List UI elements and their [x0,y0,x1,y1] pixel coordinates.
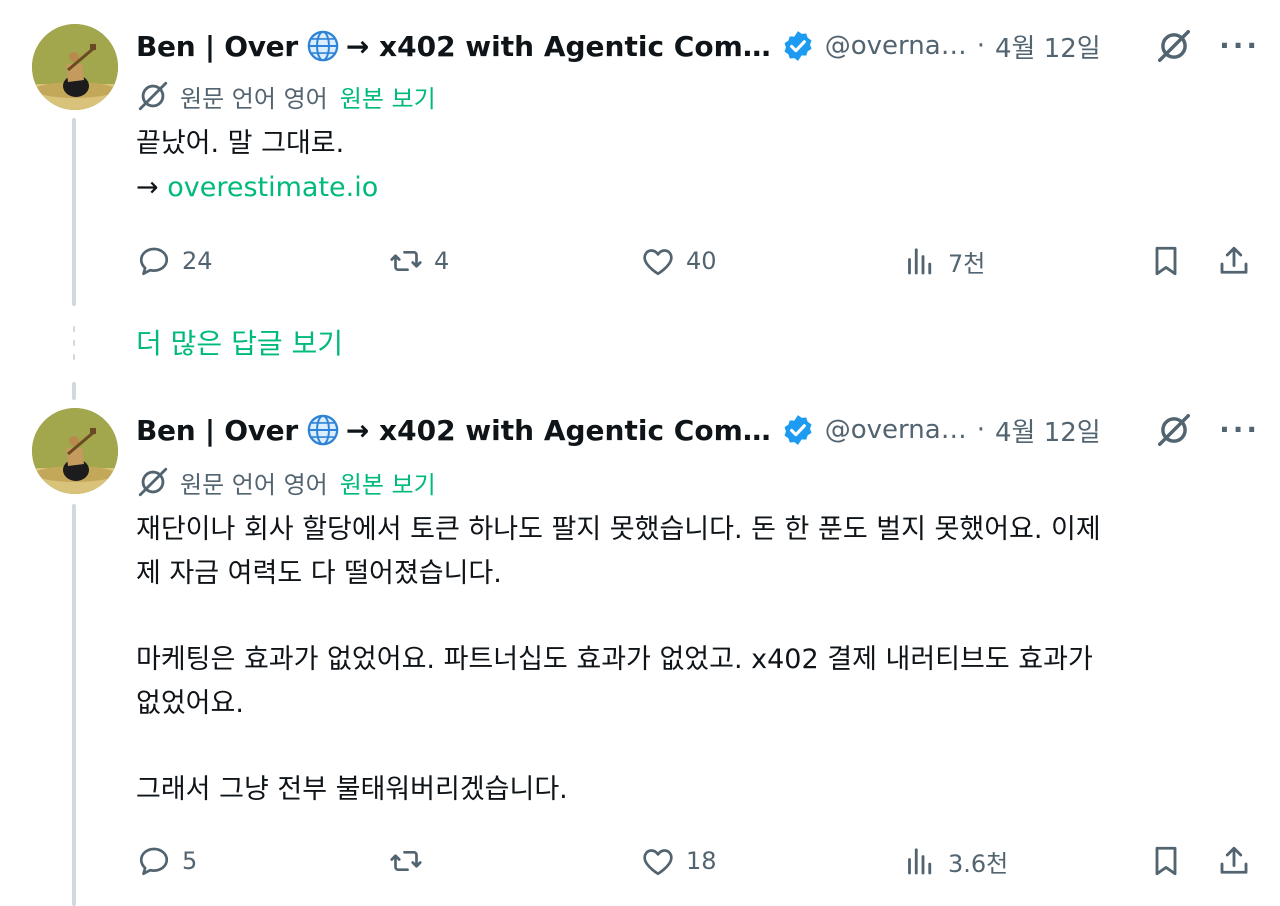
show-original-link[interactable]: 원본 보기 [340,79,436,114]
display-name-suffix[interactable]: → x402 with Agentic Com… [346,30,771,63]
views-button[interactable]: 7천 [902,243,1148,279]
bookmark-icon [1155,846,1177,876]
grok-icon[interactable] [1155,27,1193,65]
share-icon [1220,846,1248,874]
tweet-line: 제 자금 여력도 다 떨어졌습니다. [136,558,502,589]
retweet-button[interactable] [388,843,640,879]
globe-icon [307,414,339,446]
thread-line-top [72,118,76,306]
share-button[interactable] [1216,843,1252,879]
handle[interactable]: @overna… [825,415,967,445]
grok-icon[interactable] [1155,411,1193,449]
verified-badge-icon [784,415,812,445]
views-button[interactable]: 3.6천 [902,843,1148,879]
tweet-link[interactable]: overestimate.io [167,172,378,203]
like-button[interactable]: 18 [640,843,902,879]
translated-from-label: 원문 언어 영어 [180,84,328,113]
tweet-text: 끝났어. 말 그대로. → overestimate.io [136,122,1260,210]
tweet-line: 없었어요. [136,688,244,719]
thread-dot [73,354,75,360]
translated-from-label: 원문 언어 영어 [180,470,328,499]
show-original-link[interactable]: 원본 보기 [340,465,436,500]
reply-count: 5 [182,847,198,875]
like-icon [643,249,673,276]
views-icon [908,848,932,875]
tweet-line: 마케팅은 효과가 없었어요. 파트너십도 효과가 없었고. x402 결제 내러… [136,644,1093,675]
views-count: 3.6천 [948,849,1009,878]
avatar[interactable] [32,24,118,110]
thread-line-bottom [72,504,76,906]
share-icon [1220,246,1248,274]
verified-badge-icon [784,31,812,61]
reply-count: 24 [182,247,213,275]
retweet-icon [390,850,422,872]
show-more-replies-link[interactable]: 더 많은 답글 보기 [136,322,343,362]
views-count: 7천 [948,249,986,278]
tweet-actions: 5 18 3.6천 [136,838,1252,884]
views-icon [908,248,932,275]
share-button[interactable] [1216,243,1252,279]
like-count: 18 [686,847,717,875]
bookmark-icon [1155,246,1177,276]
bookmark-button[interactable] [1148,243,1184,279]
tweet-link-line: → overestimate.io [136,166,1260,210]
tweet-text: 재단이나 회사 할당에서 토큰 하나도 팔지 못했습니다. 돈 한 푼도 벌지 … [136,508,1260,812]
globe-icon [307,30,339,62]
more-icon[interactable]: ··· [1219,32,1260,60]
display-name[interactable]: Ben | Over [136,30,298,63]
thread-line-mid [72,382,76,400]
retweet-count: 4 [434,247,450,275]
timestamp[interactable]: 4월 12일 [995,28,1101,65]
translate-icon [138,467,168,497]
avatar[interactable] [32,408,118,494]
separator: · [976,415,985,445]
separator: · [976,31,985,61]
reply-button[interactable]: 5 [136,843,388,879]
tweet-actions: 24 4 40 7천 [136,238,1252,284]
like-button[interactable]: 40 [640,243,902,279]
retweet-button[interactable]: 4 [388,243,640,279]
more-icon[interactable]: ··· [1219,416,1260,444]
reply-icon [139,247,169,276]
tweet-header: Ben | Over → x402 with Agentic Com… @ove… [136,24,1260,68]
tweet-line: 끝났어. 말 그대로. [136,128,345,159]
display-name-suffix[interactable]: → x402 with Agentic Com… [346,414,771,447]
tweet-line: 재단이나 회사 할당에서 토큰 하나도 팔지 못했습니다. 돈 한 푼도 벌지 … [136,514,1101,545]
thread-dot [73,340,75,346]
translation-row: 원문 언어 영어 원본 보기 [136,464,436,500]
display-name[interactable]: Ben | Over [136,414,298,447]
like-count: 40 [686,247,717,275]
tweet-header: Ben | Over → x402 with Agentic Com… @ove… [136,408,1260,452]
reply-button[interactable]: 24 [136,243,388,279]
translation-row: 원문 언어 영어 원본 보기 [136,78,436,114]
tweet-line: 그래서 그냥 전부 불태워버리겠습니다. [136,774,568,805]
link-prefix: → [136,172,168,203]
reply-icon [139,847,169,876]
retweet-icon [390,250,422,272]
thread-dot [73,326,75,332]
handle[interactable]: @overna… [825,31,967,61]
like-icon [643,849,673,876]
translate-icon [138,81,168,111]
timestamp[interactable]: 4월 12일 [995,412,1101,449]
bookmark-button[interactable] [1148,843,1184,879]
